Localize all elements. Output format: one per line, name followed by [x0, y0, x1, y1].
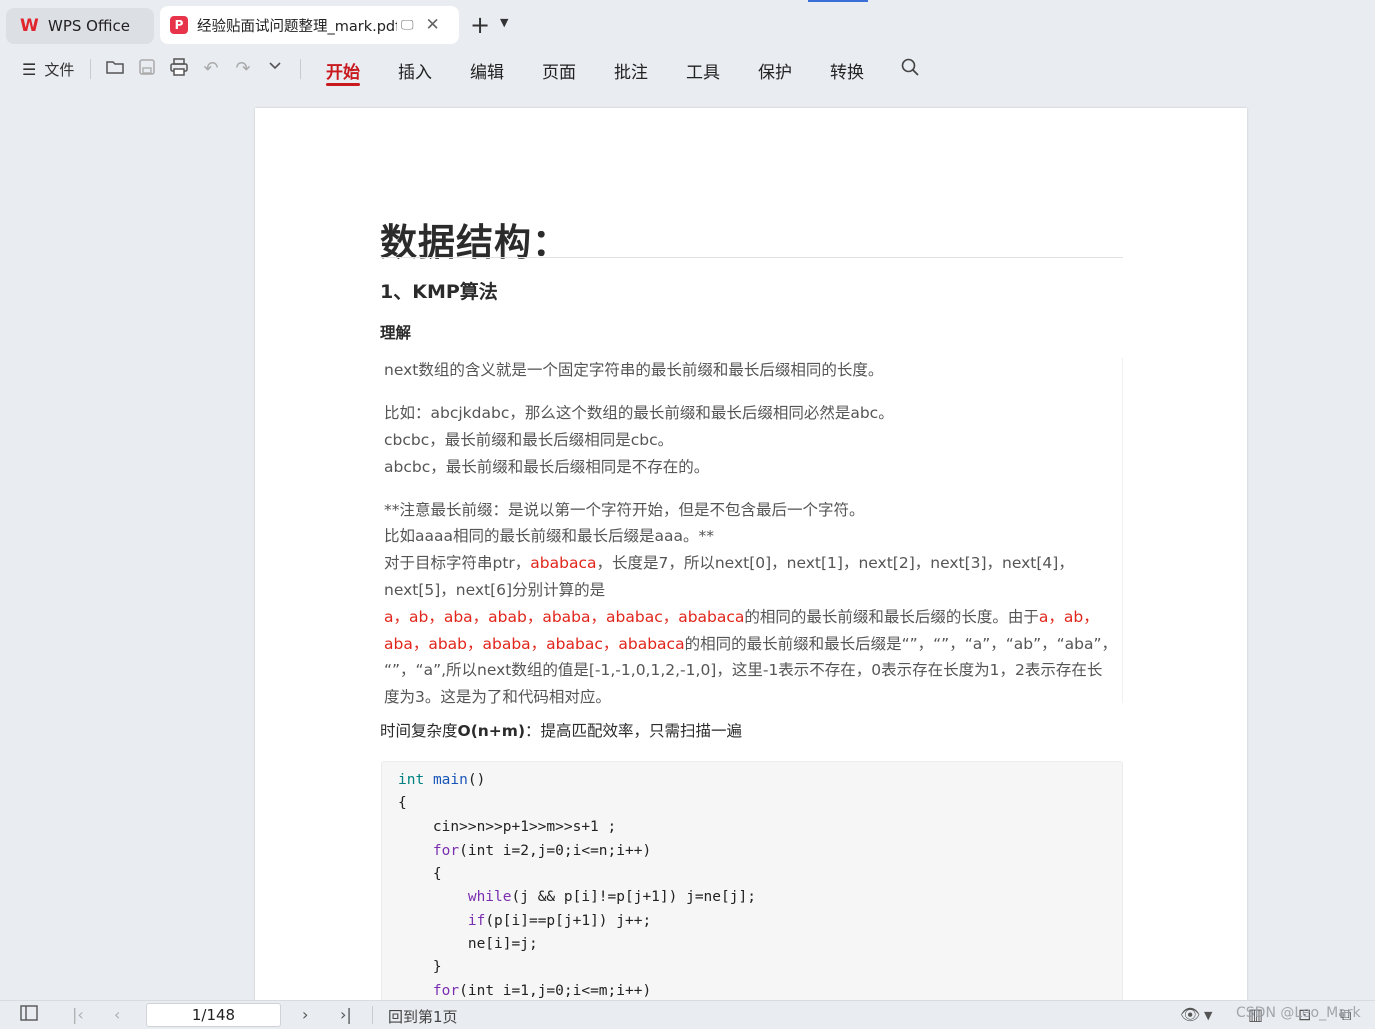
- paragraph-line: aba，abab，ababa，ababac，ababaca的相同的最长前缀和最长…: [384, 632, 1117, 654]
- document-viewport[interactable]: 数据结构： 1、KMP算法 理解 next数组的含义就是一个固定字符串的最长前缀…: [0, 92, 1375, 1000]
- tab-document-label: 经验贴面试问题整理_mark.pdf: [197, 18, 397, 35]
- paragraph-line: cbcbc，最长前缀和最长后缀相同是cbc。: [384, 431, 674, 449]
- first-page-icon[interactable]: |‹: [72, 1005, 84, 1024]
- code-line: {: [398, 866, 442, 882]
- code-line: while(j && p[i]!=p[j+1]) j=ne[j];: [398, 889, 756, 905]
- tab-edit[interactable]: 编辑: [470, 58, 504, 83]
- view-mode-dropdown-icon[interactable]: ▼: [1204, 1009, 1212, 1022]
- code-line: int main(): [398, 772, 485, 788]
- more-dropdown-icon[interactable]: [263, 57, 287, 81]
- code-text: (): [467, 772, 486, 788]
- status-bar: |‹ ‹ 1/148 › ›| 回到第1页 👁 ▼ ▥ ⊡ ⧉ CSDN @Le…: [0, 1000, 1375, 1029]
- code-keyword: if: [467, 913, 486, 929]
- save-icon[interactable]: [135, 57, 159, 81]
- tab-convert[interactable]: 转换: [830, 58, 864, 83]
- code-line: }: [398, 959, 442, 975]
- view-mode-eye-icon[interactable]: 👁: [1180, 1005, 1200, 1024]
- close-tab-icon[interactable]: ✕: [426, 16, 440, 34]
- text-span: 的相同的最长前缀和最长后缀的长度。由于: [744, 608, 1039, 626]
- text-span: ：提高匹配效率，只需扫描一遍: [525, 722, 743, 740]
- previous-page-icon[interactable]: ‹: [114, 1005, 120, 1024]
- window-accent-line: [808, 0, 868, 2]
- status-divider: [372, 1006, 373, 1024]
- paragraph-line: 比如aaaa相同的最长前缀和最长后缀是aaa。**: [384, 527, 714, 545]
- menu-icon: ☰: [22, 60, 37, 79]
- heading-kmp: 1、KMP算法: [380, 281, 498, 303]
- tab-insert[interactable]: 插入: [398, 58, 432, 83]
- code-keyword: for: [432, 983, 460, 999]
- pdf-page: 数据结构： 1、KMP算法 理解 next数组的含义就是一个固定字符串的最长前缀…: [255, 108, 1247, 1000]
- paragraph-line: “”，“a”,所以next数组的值是[-1,-1,0,1,2,-1,0]，这里-…: [384, 661, 1103, 679]
- code-text: (j && p[i]!=p[j+1]) j=ne[j];: [511, 889, 756, 905]
- text-span: ，长度是7，所以next[0]，next[1]，next[2]，next[3]，…: [596, 554, 1074, 572]
- highlight-text: a，ab，: [1038, 608, 1099, 626]
- next-page-icon[interactable]: ›: [302, 1005, 308, 1024]
- tab-wps-home-label: WPS Office: [48, 17, 130, 35]
- highlight-text: aba，abab，ababa，ababac，ababaca: [384, 635, 685, 653]
- wps-logo-icon: W: [20, 16, 39, 36]
- file-menu-button[interactable]: ☰ 文件: [22, 59, 74, 80]
- explanation-block: next数组的含义就是一个固定字符串的最长前缀和最长后缀相同的长度。 比如：ab…: [380, 358, 1123, 706]
- watermark-text: CSDN @Leo_Mark: [1236, 1005, 1361, 1021]
- heading-understanding: 理解: [380, 324, 412, 342]
- open-folder-icon[interactable]: [103, 57, 127, 81]
- window-mode-icon[interactable]: 🖵: [401, 18, 414, 33]
- paragraph-line: 对于目标字符串ptr，ababaca，长度是7，所以next[0]，next[1…: [384, 551, 1074, 573]
- code-keyword: for: [432, 843, 460, 859]
- tab-start[interactable]: 开始: [326, 58, 360, 83]
- paragraph-line: next[5]，next[6]分别计算的是: [384, 581, 606, 599]
- paragraph-line: 比如：abcjkdabc，那么这个数组的最长前缀和最长后缀相同必然是abc。: [384, 404, 894, 422]
- active-tab-indicator: [326, 83, 360, 86]
- pdf-file-icon: P: [170, 16, 188, 34]
- tab-protect[interactable]: 保护: [758, 58, 792, 83]
- sidebar-toggle-icon[interactable]: [20, 1005, 38, 1025]
- code-keyword: int: [398, 772, 425, 788]
- highlight-text: a，ab，aba，abab，ababa，ababac，ababaca: [384, 608, 745, 626]
- code-text: (int i=1,j=0;i<=m;i++): [459, 983, 652, 999]
- code-line: for(int i=1,j=0;i<=m;i++): [398, 983, 651, 999]
- heading-divider: [380, 257, 1123, 258]
- last-page-icon[interactable]: ›|: [340, 1005, 352, 1024]
- code-line: cin>>n>>p+1>>m>>s+1 ;: [398, 819, 617, 835]
- highlight-text: ababaca: [530, 554, 597, 572]
- back-to-first-page-link[interactable]: 回到第1页: [388, 1006, 458, 1027]
- code-line: if(p[i]==p[j+1]) j++;: [398, 913, 651, 929]
- toolbar-divider: [90, 59, 91, 79]
- toolbar-divider: [300, 59, 301, 79]
- text-span: 对于目标字符串ptr，: [384, 554, 531, 572]
- search-icon[interactable]: [898, 57, 922, 81]
- tab-wps-home[interactable]: W WPS Office: [6, 8, 154, 44]
- paragraph-line: **注意最长前缀：是说以第一个字符开始，但是不包含最后一个字符。: [384, 501, 865, 519]
- paragraph-line: abcbc，最长前缀和最长后缀相同是不存在的。: [384, 458, 710, 476]
- print-icon[interactable]: [167, 57, 191, 81]
- tab-annotate[interactable]: 批注: [614, 58, 648, 83]
- text-span: 的相同的最长前缀和最长后缀是“”，“”，“a”，“ab”，“aba”，: [684, 635, 1118, 653]
- time-complexity-line: 时间复杂度O(n+m)：提高匹配效率，只需扫描一遍: [380, 719, 742, 741]
- paragraph-line: next数组的含义就是一个固定字符串的最长前缀和最长后缀相同的长度。: [384, 361, 884, 379]
- paragraph-line: a，ab，aba，abab，ababa，ababac，ababaca的相同的最长…: [384, 605, 1099, 627]
- file-menu-label: 文件: [44, 61, 75, 79]
- code-line: for(int i=2,j=0;i<=n;i++): [398, 843, 651, 859]
- tab-tools[interactable]: 工具: [686, 58, 720, 83]
- tab-document[interactable]: P 经验贴面试问题整理_mark.pdf 🖵 ✕: [160, 6, 459, 44]
- text-span: 时间复杂度: [380, 722, 458, 740]
- code-function: main: [432, 772, 468, 788]
- code-block: int main() { cin>>n>>p+1>>m>>s+1 ; for(i…: [381, 761, 1123, 1000]
- new-tab-button[interactable]: +: [470, 12, 490, 38]
- main-toolbar: ☰ 文件 ↶ ↷ 开始 插入 编辑 页面 批注 工具 保护 转换: [0, 48, 1375, 92]
- code-line: {: [398, 795, 407, 811]
- code-text: (p[i]==p[j+1]) j++;: [485, 913, 652, 929]
- tab-page[interactable]: 页面: [542, 58, 576, 83]
- paragraph-line: 度为3。这是为了和代码相对应。: [384, 688, 611, 706]
- code-line: ne[i]=j;: [398, 936, 538, 952]
- new-tab-dropdown-icon[interactable]: ▼: [500, 16, 508, 29]
- page-number-input[interactable]: 1/148: [146, 1003, 281, 1027]
- tab-bar: W WPS Office P 经验贴面试问题整理_mark.pdf 🖵 ✕ + …: [0, 0, 1375, 48]
- code-text: (int i=2,j=0;i<=n;i++): [459, 843, 652, 859]
- complexity-value: O(n+m): [457, 722, 526, 740]
- undo-icon[interactable]: ↶: [199, 57, 223, 81]
- redo-icon[interactable]: ↷: [231, 57, 255, 81]
- code-keyword: while: [467, 889, 512, 905]
